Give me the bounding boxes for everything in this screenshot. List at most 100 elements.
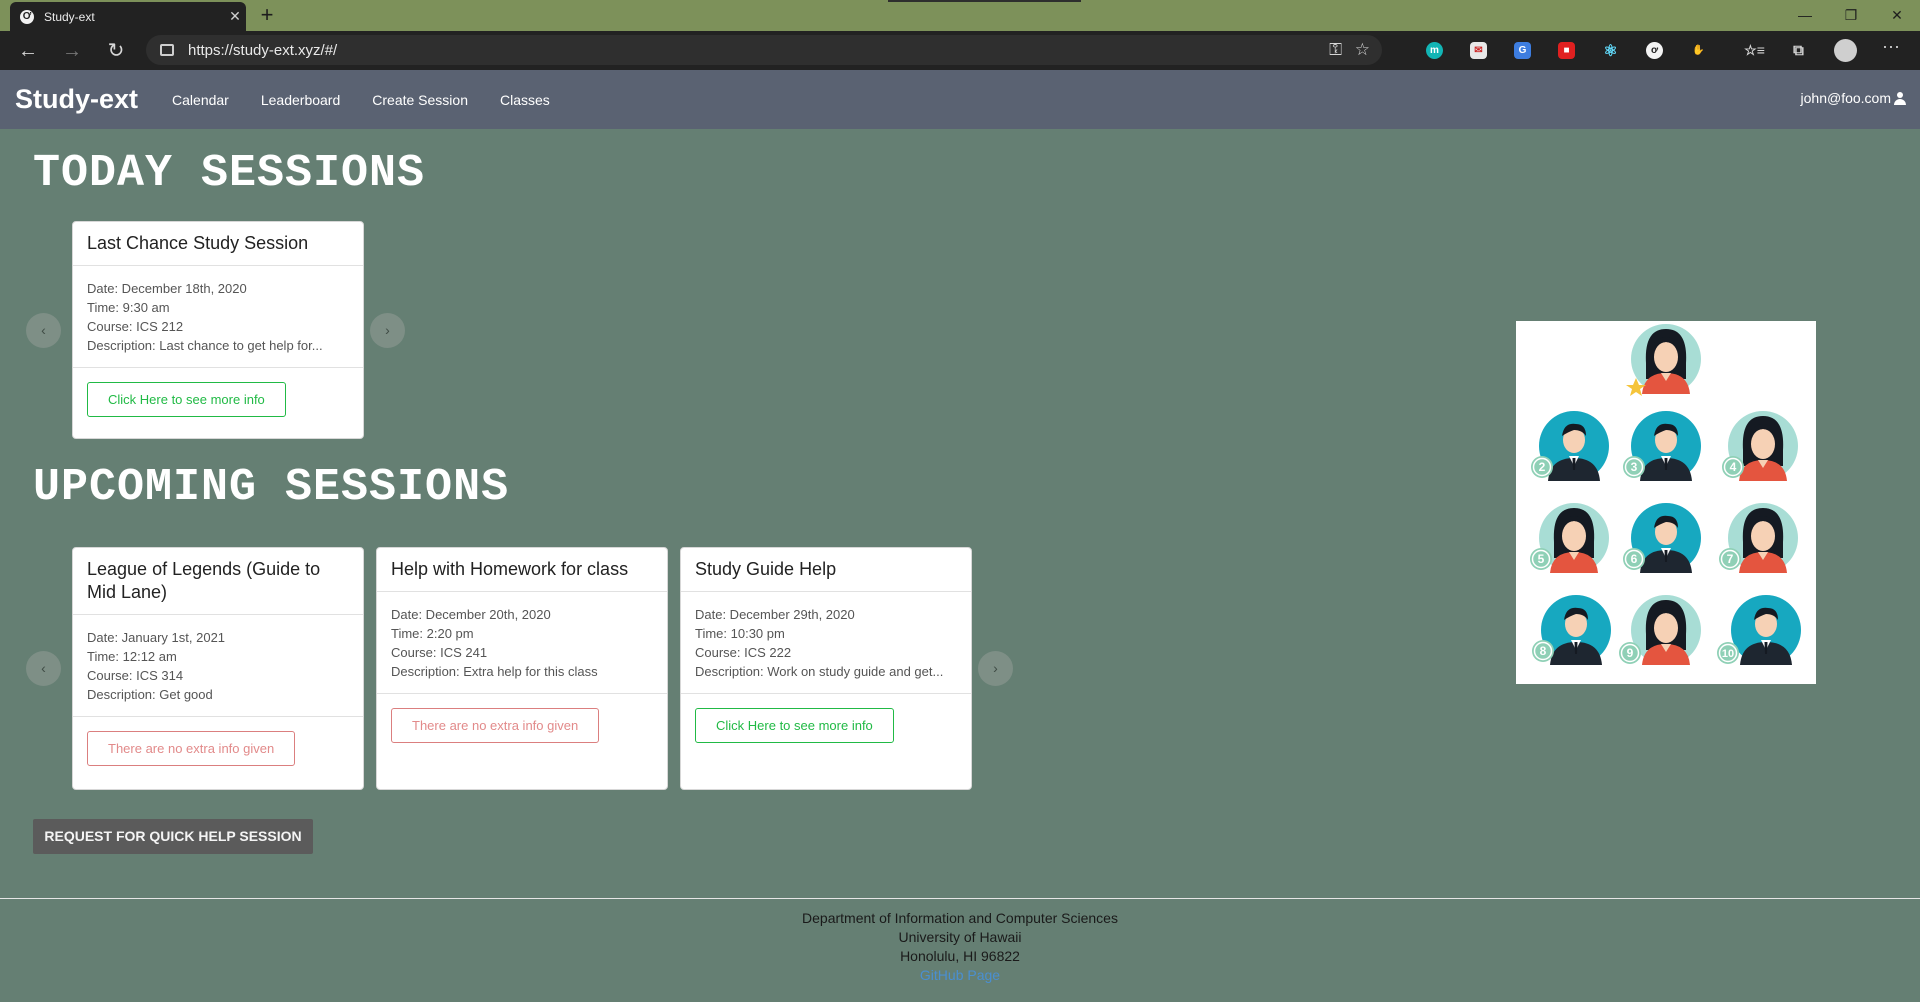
quick-help-button[interactable]: REQUEST FOR QUICK HELP SESSION [33, 819, 313, 854]
window-close-button[interactable]: ✕ [1874, 0, 1920, 30]
restore-button[interactable]: ❐ [1828, 0, 1874, 30]
profile-avatar-icon[interactable] [1834, 39, 1857, 62]
key-icon[interactable]: ⚿ [1329, 40, 1342, 60]
tab-close-icon[interactable]: ✕ [224, 8, 246, 25]
session-description: Description: Last chance to get help for… [87, 338, 323, 353]
nav-leaderboard[interactable]: Leaderboard [261, 92, 340, 108]
rank-number: 10 [1722, 648, 1734, 660]
no-extra-info-button[interactable]: There are no extra info given [391, 708, 600, 743]
session-time: Time: 10:30 pm [695, 626, 785, 641]
session-date: Date: December 20th, 2020 [391, 607, 551, 622]
upcoming-carousel-prev-button[interactable]: ‹ [26, 651, 61, 686]
back-arrow-icon[interactable]: ← [14, 37, 42, 65]
nav-create-session[interactable]: Create Session [372, 92, 468, 108]
no-extra-info-button[interactable]: There are no extra info given [87, 731, 296, 766]
session-card-footer: Click Here to see more info [681, 694, 971, 757]
leaderboard-illustration: 2 3 4 5 6 7 8 9 10 [1516, 321, 1816, 684]
collections-icon[interactable]: ⧉ [1790, 42, 1807, 59]
favorite-star-icon[interactable]: ☆ [1355, 40, 1370, 60]
footer-department: Department of Information and Computer S… [802, 910, 1118, 926]
nav-classes[interactable]: Classes [500, 92, 550, 108]
session-card-footer: There are no extra info given [73, 717, 363, 780]
avatar-rank-5: 5 [1529, 503, 1609, 573]
session-card-footer: There are no extra info given [377, 694, 667, 757]
brand-logo[interactable]: Study-ext [15, 84, 138, 115]
session-card: Last Chance Study Session Date: December… [72, 221, 364, 439]
upcoming-sessions-title: UPCOMING SESSIONS [33, 462, 510, 513]
browser-toolbar: ← → ↻ https://study-ext.xyz/#/ ⚿ ☆ m ✉ G… [0, 31, 1920, 70]
user-menu[interactable]: john@foo.com [1801, 90, 1906, 106]
session-card-body: Date: December 18th, 2020 Time: 9:30 am … [73, 266, 363, 368]
avatar-rank-2: 2 [1530, 411, 1609, 481]
upcoming-carousel-next-button[interactable]: › [978, 651, 1013, 686]
avatar-rank-3: 3 [1622, 411, 1701, 481]
titlebar-divider [888, 0, 1081, 2]
extension-paw-icon[interactable]: ✋ [1690, 42, 1707, 59]
minimize-button[interactable]: — [1782, 0, 1828, 30]
rank-number: 6 [1631, 552, 1638, 566]
rank-number: 9 [1627, 646, 1634, 660]
session-card-footer: Click Here to see more info [73, 368, 363, 431]
forward-arrow-icon[interactable]: → [58, 37, 86, 65]
extension-react-icon[interactable]: ⚛ [1602, 42, 1619, 60]
tab-title: Study-ext [44, 9, 95, 24]
session-card-title: Study Guide Help [681, 548, 971, 592]
avatar-rank-10: 10 [1716, 595, 1801, 665]
session-course: Course: ICS 314 [87, 668, 184, 683]
avatar-rank-1 [1626, 324, 1701, 396]
nav-calendar[interactable]: Calendar [172, 92, 229, 108]
user-icon [1894, 91, 1906, 105]
session-course: Course: ICS 241 [391, 645, 488, 660]
browser-tab[interactable]: Ơ Study-ext ✕ [10, 2, 246, 31]
favorites-list-icon[interactable]: ☆≡ [1744, 42, 1765, 59]
chevron-right-icon: › [993, 660, 998, 676]
footer-github-link[interactable]: GitHub Page [0, 966, 1920, 985]
extension-translate-icon[interactable]: G [1514, 42, 1531, 59]
session-card-body: Date: December 20th, 2020 Time: 2:20 pm … [377, 592, 667, 694]
chevron-left-icon: ‹ [41, 660, 46, 676]
page-footer: Department of Information and Computer S… [0, 898, 1920, 1002]
session-card: Help with Homework for class Date: Decem… [376, 547, 668, 790]
footer-address: Honolulu, HI 96822 [900, 948, 1020, 964]
address-bar[interactable]: https://study-ext.xyz/#/ ⚿ ☆ [146, 35, 1382, 65]
session-date: Date: December 18th, 2020 [87, 281, 247, 296]
session-card: Study Guide Help Date: December 29th, 20… [680, 547, 972, 790]
session-card: League of Legends (Guide to Mid Lane) Da… [72, 547, 364, 790]
address-url[interactable]: https://study-ext.xyz/#/ [188, 42, 337, 59]
session-time: Time: 9:30 am [87, 300, 170, 315]
session-time: Time: 2:20 pm [391, 626, 474, 641]
extension-m-icon[interactable]: m [1426, 42, 1443, 59]
today-carousel-prev-button[interactable]: ‹ [26, 313, 61, 348]
session-description: Description: Work on study guide and get… [695, 664, 944, 679]
avatar-rank-6: 6 [1622, 503, 1701, 573]
extension-lock-icon[interactable]: ■ [1558, 42, 1575, 59]
people-ranking-image: 2 3 4 5 6 7 8 9 10 [1529, 324, 1801, 665]
session-course: Course: ICS 212 [87, 319, 184, 334]
rank-number: 7 [1727, 552, 1734, 566]
today-sessions-title: TODAY SESSIONS [33, 148, 426, 199]
lock-icon [160, 44, 174, 56]
session-card-title: Help with Homework for class [377, 548, 667, 592]
rank-number: 2 [1539, 460, 1546, 474]
site-navbar: Study-ext Calendar Leaderboard Create Se… [0, 70, 1920, 129]
extension-mail-icon[interactable]: ✉ [1470, 42, 1487, 59]
rank-number: 3 [1631, 460, 1638, 474]
reload-icon[interactable]: ↻ [102, 37, 130, 65]
more-menu-icon[interactable]: ··· [1882, 36, 1900, 57]
session-card-title: Last Chance Study Session [73, 222, 363, 266]
session-card-body: Date: December 29th, 2020 Time: 10:30 pm… [681, 592, 971, 694]
new-tab-button[interactable]: + [254, 2, 280, 28]
today-carousel-next-button[interactable]: › [370, 313, 405, 348]
session-card-title: League of Legends (Guide to Mid Lane) [73, 548, 363, 615]
rank-number: 8 [1540, 644, 1547, 658]
extension-o-icon[interactable]: ơ [1646, 42, 1663, 59]
more-info-button[interactable]: Click Here to see more info [87, 382, 286, 417]
more-info-button[interactable]: Click Here to see more info [695, 708, 894, 743]
session-description: Description: Extra help for this class [391, 664, 598, 679]
session-date: Date: December 29th, 2020 [695, 607, 855, 622]
browser-tabbar: Ơ Study-ext ✕ + — ❐ ✕ [0, 0, 1920, 31]
user-email[interactable]: john@foo.com [1801, 90, 1891, 106]
chevron-left-icon: ‹ [41, 322, 46, 338]
session-course: Course: ICS 222 [695, 645, 792, 660]
session-card-body: Date: January 1st, 2021 Time: 12:12 am C… [73, 615, 363, 717]
